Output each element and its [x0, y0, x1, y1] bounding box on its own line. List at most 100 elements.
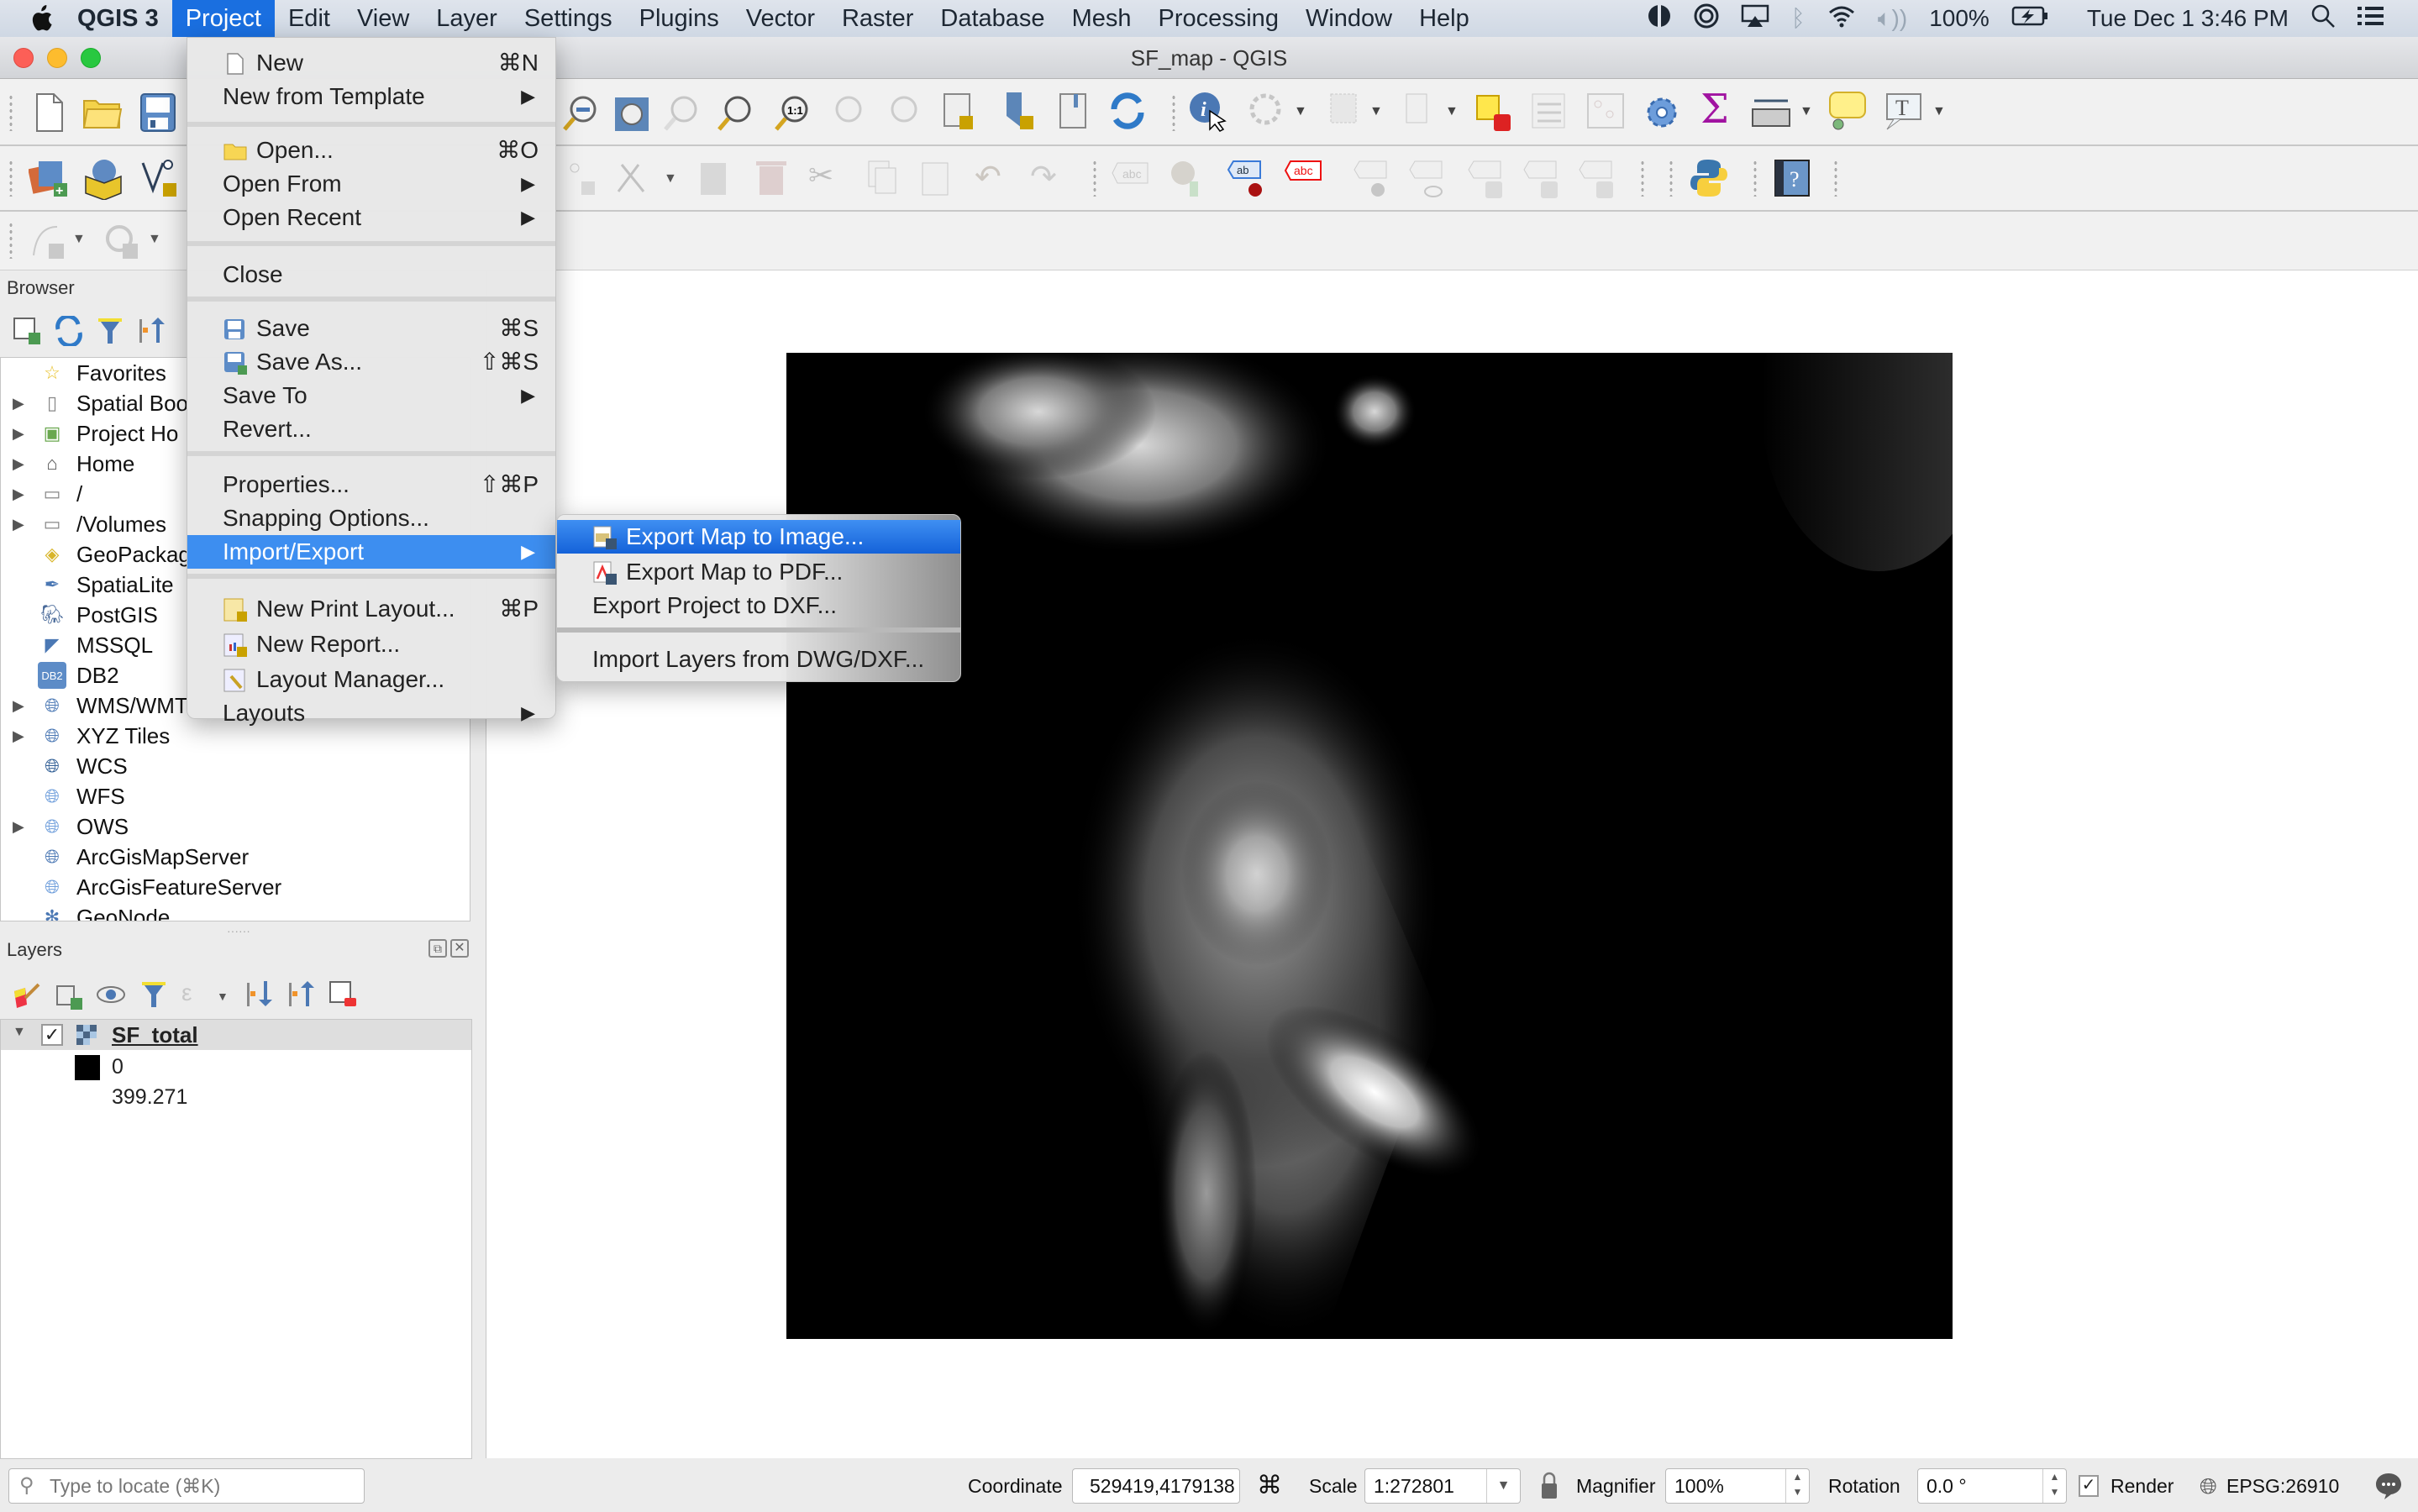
redo-icon[interactable]: ↷ — [1030, 158, 1067, 195]
close-panel-icon[interactable]: ✕ — [450, 939, 469, 958]
toolbar-grip[interactable] — [1833, 160, 1838, 197]
notification-center-icon[interactable] — [2358, 5, 2384, 33]
zoom-full-icon[interactable] — [612, 94, 649, 131]
toggle-extents-icon[interactable]: ⌘ — [1257, 1468, 1282, 1504]
toolbar-grip[interactable] — [8, 222, 13, 259]
show-spatial-bookmarks-icon[interactable] — [1055, 91, 1092, 129]
crs-button[interactable]: EPSG:26910 — [2226, 1468, 2339, 1504]
move-label-icon[interactable] — [1467, 160, 1504, 198]
toolbar-grip[interactable] — [1753, 160, 1758, 197]
menubar-plugins[interactable]: Plugins — [626, 0, 733, 37]
zoom-to-selection-icon[interactable] — [662, 94, 699, 131]
project-menu-item-import-export[interactable]: Import/Export ▶ — [187, 535, 555, 569]
browser-item[interactable]: ✻ GeoNode — [1, 902, 171, 921]
expand-arrow-icon[interactable]: ▶ — [13, 818, 26, 836]
select-features-icon[interactable] — [1327, 91, 1364, 128]
add-selected-layers-icon[interactable] — [12, 316, 49, 353]
menubar-view[interactable]: View — [344, 0, 423, 37]
menubar-edit[interactable]: Edit — [275, 0, 344, 37]
new-geopackage-layer-icon[interactable] — [82, 158, 122, 201]
dropdown-arrow-icon[interactable]: ▼ — [217, 990, 232, 1005]
browser-item[interactable]: 🌐︎ WCS — [1, 751, 127, 781]
magnifier-spinbox[interactable]: 100% ▲ ▼ — [1665, 1468, 1810, 1504]
show-hide-labels-icon[interactable] — [1353, 160, 1390, 197]
scale-dropdown-arrow-icon[interactable]: ▼ — [1486, 1469, 1520, 1503]
render-checkbox[interactable]: ✓ — [2079, 1475, 2099, 1497]
volume-icon[interactable]: 🔈︎)) — [1878, 5, 1907, 33]
toolbar-grip[interactable] — [1092, 160, 1097, 197]
data-source-manager-icon[interactable]: + — [28, 158, 67, 198]
project-menu-item-open-from[interactable]: Open From ▶ — [187, 167, 555, 201]
project-menu-item-new-report[interactable]: New Report... — [187, 627, 555, 661]
project-menu-item-snapping-options[interactable]: Snapping Options... — [187, 501, 555, 535]
manage-visibility-icon[interactable] — [96, 979, 133, 1016]
run-feature-action-icon[interactable] — [1247, 91, 1284, 128]
layer-row-sf-total[interactable]: ▼ ✓ SF_total — [1, 1020, 471, 1050]
submenu-item-export-map-to-image[interactable]: Export Map to Image... — [557, 520, 960, 554]
vertex-tool-icon[interactable] — [613, 158, 650, 195]
project-menu-item-new-print-layout[interactable]: New Print Layout... ⌘P — [187, 592, 555, 626]
project-menu-item-save[interactable]: Save ⌘S — [187, 312, 555, 345]
collapse-all-layers-icon[interactable] — [286, 979, 323, 1016]
new-project-icon[interactable] — [30, 92, 67, 132]
layer-labeling-icon[interactable]: abc — [1111, 161, 1149, 198]
browser-item[interactable]: ✒ SpatiaLite — [1, 570, 174, 600]
project-menu-item-properties[interactable]: Properties... ⇧⌘P — [187, 468, 555, 501]
new-spatial-bookmark-icon[interactable] — [1001, 91, 1038, 129]
cut-features-icon[interactable]: ✂ — [808, 158, 845, 195]
expand-arrow-icon[interactable]: ▶ — [13, 727, 26, 745]
project-menu-item-revert[interactable]: Revert... — [187, 412, 555, 446]
dropdown-arrow-icon[interactable]: ▼ — [1369, 104, 1386, 121]
pin-unpin-labels-icon[interactable]: abc — [1284, 160, 1322, 197]
collapse-all-icon[interactable] — [136, 316, 173, 353]
dropdown-arrow-icon[interactable]: ▼ — [1932, 104, 1949, 121]
python-console-icon[interactable] — [1690, 158, 1727, 197]
delete-selected-icon[interactable] — [753, 158, 790, 195]
menubar-window[interactable]: Window — [1292, 0, 1406, 37]
browser-item[interactable]: ☆ Favorites — [1, 358, 166, 388]
dropdown-arrow-icon[interactable]: ▼ — [72, 232, 89, 249]
save-project-icon[interactable] — [139, 92, 176, 132]
field-calculator-icon[interactable] — [1586, 92, 1624, 129]
browser-item[interactable]: 🌐︎ ArcGisMapServer — [1, 842, 249, 872]
zoom-out-icon[interactable] — [561, 94, 598, 131]
rotation-stepper-icon[interactable]: ▲ ▼ — [2042, 1469, 2066, 1503]
menubar-help[interactable]: Help — [1406, 0, 1483, 37]
add-group-icon[interactable] — [54, 979, 91, 1016]
messages-icon[interactable] — [2374, 1472, 2403, 1511]
identify-features-icon[interactable]: i — [1188, 91, 1227, 132]
project-menu-item-save-as[interactable]: Save As... ⇧⌘S — [187, 345, 555, 379]
browser-item[interactable]: 🐘︎ PostGIS — [1, 600, 158, 630]
browser-item[interactable]: ▶ ▯ Spatial Boo — [1, 388, 188, 418]
layer-name[interactable]: SF_total — [112, 1022, 198, 1048]
statistical-summary-icon[interactable]: Σ — [1700, 89, 1737, 129]
zoom-last-icon[interactable] — [828, 94, 865, 131]
rotate-label-icon[interactable] — [1522, 160, 1559, 198]
apple-menu-icon[interactable] — [25, 0, 55, 37]
project-menu-item-open-recent[interactable]: Open Recent ▶ — [187, 201, 555, 234]
new-map-view-icon[interactable] — [941, 91, 978, 129]
style-manager-icon[interactable] — [12, 979, 49, 1016]
add-point-feature-icon[interactable] — [565, 158, 602, 195]
battery-charging-icon[interactable] — [2011, 5, 2048, 33]
toggle-editing-icon[interactable] — [697, 158, 734, 195]
dropdown-arrow-icon[interactable]: ▼ — [148, 232, 165, 249]
new-temporary-layer-icon[interactable] — [138, 158, 176, 197]
project-menu-item-save-to[interactable]: Save To ▶ — [187, 379, 555, 412]
browser-item[interactable]: ▶ 🌐︎ OWS — [1, 811, 129, 842]
layers-tree[interactable]: ▼ ✓ SF_total 0 399.271 — [0, 1019, 472, 1459]
dropdown-arrow-icon[interactable]: ▼ — [1294, 104, 1311, 121]
browser-item[interactable]: ◤ MSSQL — [1, 630, 154, 660]
map-tips-icon[interactable] — [1828, 91, 1866, 130]
measure-line-icon[interactable] — [1751, 94, 1790, 131]
help-contents-icon[interactable]: ? — [1774, 160, 1811, 197]
submenu-item-export-map-to-pdf[interactable]: Export Map to PDF... — [557, 555, 960, 589]
menubar-settings[interactable]: Settings — [511, 0, 626, 37]
spiral-status-icon[interactable] — [1694, 3, 1719, 34]
submenu-item-export-project-to-dxf[interactable]: Export Project to DXF... — [557, 589, 960, 622]
layer-visibility-checkbox[interactable]: ✓ — [41, 1024, 63, 1046]
paste-features-icon[interactable] — [917, 158, 954, 196]
zoom-to-layer-icon[interactable] — [716, 94, 753, 131]
panel-splitter-handle[interactable]: ······ — [227, 924, 250, 937]
digitize-circle-icon[interactable] — [103, 222, 139, 259]
